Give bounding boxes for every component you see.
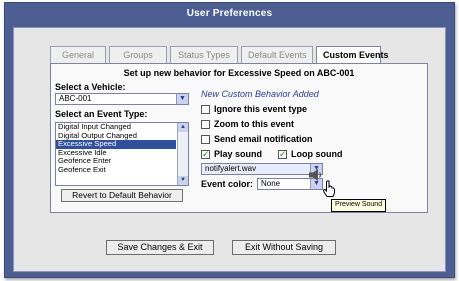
tab-general[interactable]: General: [50, 46, 106, 63]
tab-default-events[interactable]: Default Events: [241, 46, 313, 63]
status-message: New Custom Behavior Added: [201, 89, 319, 99]
preview-sound-tooltip: Preview Sound: [331, 199, 387, 212]
zoom-label: Zoom to this event: [214, 119, 295, 129]
sound-file-select[interactable]: notifyalert.wav ▼: [201, 163, 323, 175]
play-sound-label: Play sound: [214, 149, 263, 159]
email-label: Send email notification: [214, 134, 313, 144]
list-item[interactable]: Digital Output Changed: [56, 132, 176, 141]
play-sound-checkbox[interactable]: ✓: [201, 148, 210, 159]
list-item-selected[interactable]: Excessive Speed: [56, 140, 176, 149]
ignore-label: Ignore this event type: [214, 104, 308, 114]
vehicle-selected-value: ABC-001: [59, 94, 92, 103]
preferences-window: User Preferences General Groups Status T…: [4, 2, 455, 278]
ignore-option[interactable]: Ignore this event type: [201, 104, 307, 114]
save-exit-button[interactable]: Save Changes & Exit: [106, 240, 214, 255]
scroll-down-icon[interactable]: ▼: [178, 176, 188, 185]
behavior-heading: Set up new behavior for Excessive Speed …: [123, 68, 355, 78]
vehicle-label: Select a Vehicle:: [55, 82, 126, 92]
event-type-label: Select an Event Type:: [55, 109, 148, 119]
event-color-label: Event color:: [201, 179, 254, 189]
list-item[interactable]: Digital Input Changed: [56, 123, 176, 132]
list-scrollbar[interactable]: ▲ ▼: [177, 123, 188, 185]
email-option[interactable]: Send email notification: [201, 134, 313, 144]
preferences-panel: General Groups Status Types Default Even…: [13, 27, 446, 272]
tab-bar: General Groups Status Types Default Even…: [50, 46, 389, 64]
custom-events-content: Set up new behavior for Excessive Speed …: [50, 63, 428, 213]
event-type-list[interactable]: Digital Input Changed Digital Output Cha…: [55, 122, 189, 186]
vehicle-select[interactable]: ABC-001 ▼: [55, 93, 189, 105]
ignore-checkbox[interactable]: [201, 104, 210, 114]
zoom-option[interactable]: Zoom to this event: [201, 119, 294, 129]
list-item[interactable]: Excessive Idle: [56, 149, 176, 158]
window-title: User Preferences: [186, 8, 273, 19]
email-checkbox[interactable]: [201, 134, 210, 144]
scroll-up-icon[interactable]: ▲: [178, 123, 188, 132]
sound-file-value: notifyalert.wav: [205, 164, 257, 173]
play-sound-option[interactable]: ✓ Play sound: [201, 149, 262, 159]
revert-default-button[interactable]: Revert to Default Behavior: [61, 189, 183, 202]
loop-sound-checkbox[interactable]: ✓: [278, 148, 287, 159]
exit-without-saving-button[interactable]: Exit Without Saving: [232, 240, 336, 255]
tab-status-types[interactable]: Status Types: [170, 46, 238, 63]
tab-custom-events[interactable]: Custom Events: [316, 46, 389, 64]
zoom-checkbox[interactable]: [201, 119, 210, 129]
event-color-value: None: [261, 179, 281, 188]
tab-groups[interactable]: Groups: [109, 46, 167, 63]
chevron-down-icon[interactable]: ▼: [176, 94, 188, 104]
list-item[interactable]: Geofence Enter: [56, 157, 176, 166]
list-item[interactable]: Geofence Exit: [56, 166, 176, 175]
checkmark-icon: ✓: [202, 148, 210, 159]
loop-sound-label: Loop sound: [291, 149, 343, 159]
checkmark-icon: ✓: [279, 148, 287, 159]
loop-sound-option[interactable]: ✓ Loop sound: [278, 149, 343, 159]
hand-cursor-icon: [322, 180, 335, 197]
